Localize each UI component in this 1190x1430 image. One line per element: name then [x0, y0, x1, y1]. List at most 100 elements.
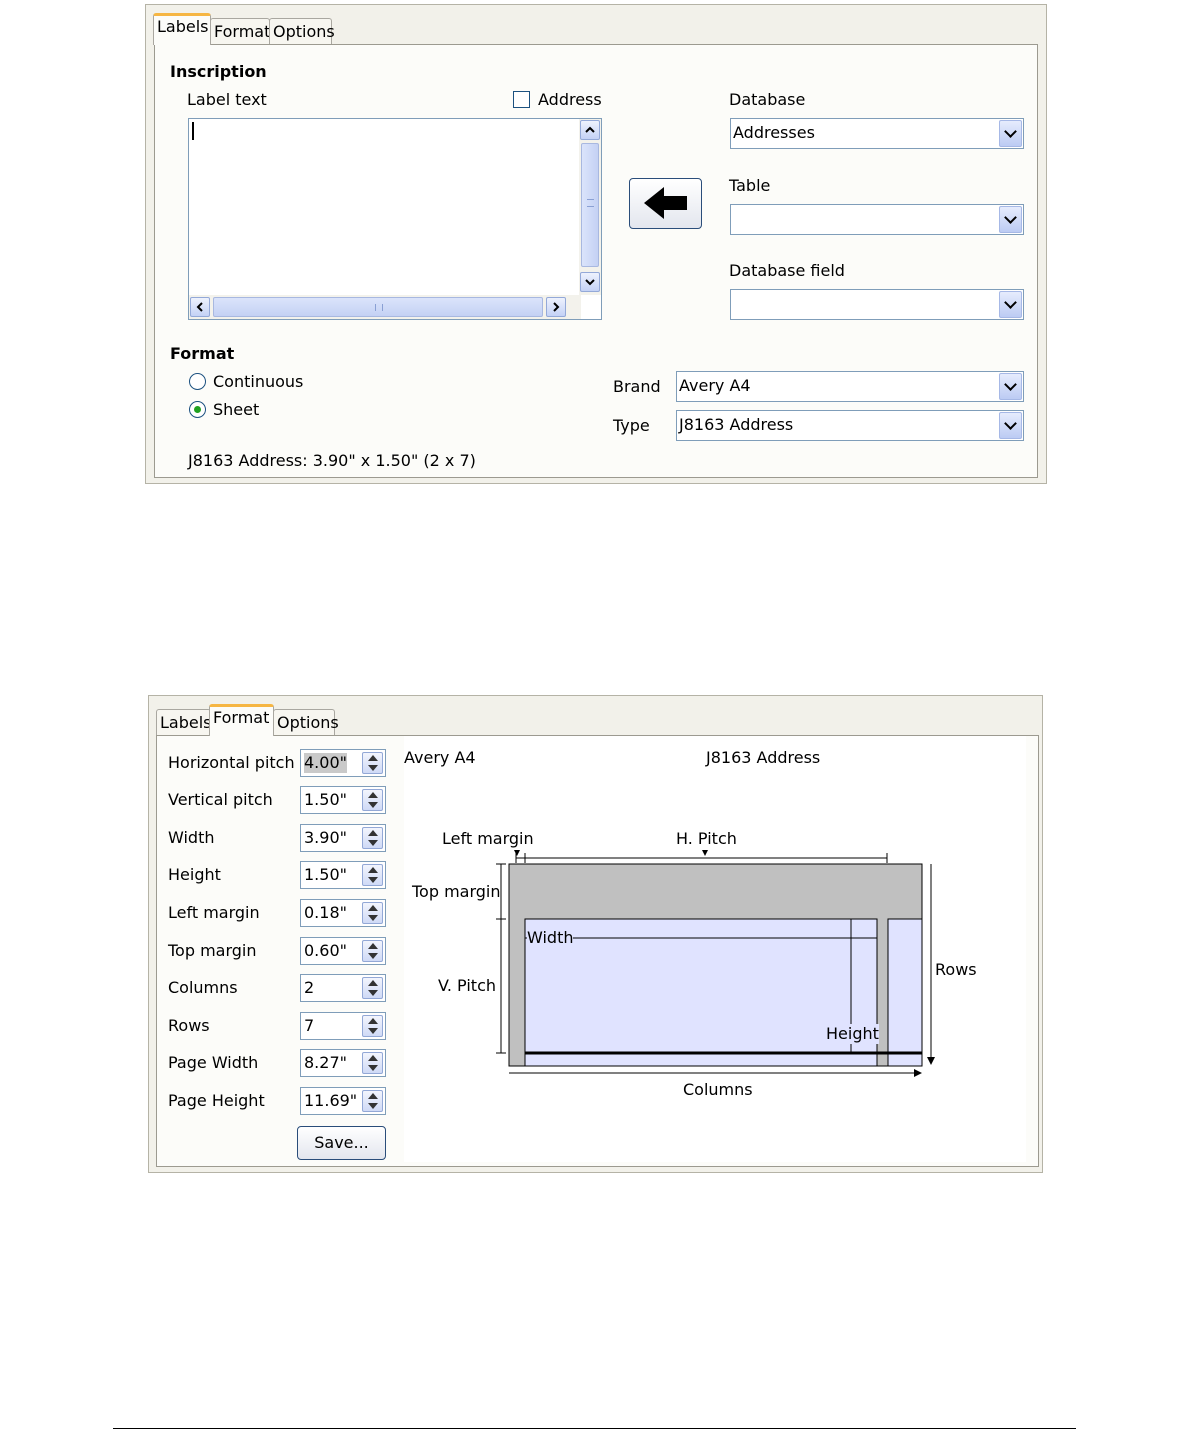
- page-height-field[interactable]: 11.69": [300, 1087, 386, 1115]
- tab-labels[interactable]: Labels: [153, 13, 211, 45]
- labels-dialog: Labels Format Options Inscription Label …: [145, 4, 1047, 484]
- inscription-heading: Inscription: [170, 62, 267, 81]
- table-select[interactable]: [730, 204, 1024, 235]
- vertical-scrollbar[interactable]: [579, 119, 601, 295]
- horizontal-scrollbar[interactable]: [189, 295, 581, 319]
- database-field-label: Database field: [729, 261, 845, 280]
- type-label: Type: [613, 416, 650, 435]
- dropdown-arrow-icon[interactable]: [999, 291, 1022, 318]
- rows-caption: Rows: [935, 960, 977, 979]
- horizontal-scroll-thumb[interactable]: [213, 297, 543, 317]
- rows-label: Rows: [168, 1016, 210, 1035]
- address-checkbox[interactable]: [513, 91, 530, 108]
- format-tab-content: Horizontal pitch 4.00" Vertical pitch 1.…: [156, 735, 1039, 1167]
- grip-icon: [587, 199, 594, 207]
- chevron-up-icon: [585, 126, 595, 133]
- page-height-value: 11.69": [304, 1091, 358, 1110]
- spin-arrows-icon[interactable]: [362, 864, 383, 886]
- horizontal-pitch-field[interactable]: 4.00": [300, 749, 386, 777]
- spin-arrows-icon[interactable]: [362, 827, 383, 849]
- type-select[interactable]: J8163 Address: [676, 410, 1024, 441]
- width-label: Width: [168, 828, 215, 847]
- dropdown-arrow-icon[interactable]: [999, 206, 1022, 233]
- format-fields: Horizontal pitch 4.00" Vertical pitch 1.…: [157, 736, 397, 1168]
- brand-label: Brand: [613, 377, 661, 396]
- save-button-label: Save...: [314, 1133, 369, 1152]
- labels-tab-content: Inscription Label text Address Database …: [154, 44, 1038, 478]
- height-caption: Height: [826, 1024, 879, 1044]
- left-margin-caption: Left margin: [442, 829, 534, 848]
- page-height-label: Page Height: [168, 1091, 265, 1110]
- scroll-left-button[interactable]: [190, 297, 210, 317]
- tab-options[interactable]: Options: [269, 18, 335, 45]
- vertical-scroll-thumb[interactable]: [581, 143, 599, 267]
- scroll-right-button[interactable]: [546, 297, 566, 317]
- left-margin-label: Left margin: [168, 903, 260, 922]
- dropdown-arrow-icon[interactable]: [999, 120, 1022, 147]
- database-select[interactable]: Addresses: [730, 118, 1024, 149]
- page-width-field[interactable]: 8.27": [300, 1049, 386, 1077]
- spin-arrows-icon[interactable]: [362, 789, 383, 811]
- scroll-up-button[interactable]: [580, 120, 600, 140]
- tab-format[interactable]: Format: [209, 704, 274, 736]
- dropdown-arrow-icon[interactable]: [999, 412, 1022, 439]
- database-field-select[interactable]: [730, 289, 1024, 320]
- label-text-label: Label text: [187, 90, 267, 109]
- preview-brand: Avery A4: [404, 748, 476, 767]
- height-field[interactable]: 1.50": [300, 861, 386, 889]
- page-footer-rule: [113, 1428, 1076, 1429]
- label-summary: J8163 Address: 3.90" x 1.50" (2 x 7): [188, 451, 476, 470]
- spin-arrows-icon[interactable]: [362, 752, 383, 774]
- vertical-pitch-label: Vertical pitch: [168, 790, 273, 809]
- left-arrow-icon: [644, 187, 687, 219]
- rows-field[interactable]: 7: [300, 1012, 386, 1040]
- table-label: Table: [729, 176, 771, 195]
- spin-arrows-icon[interactable]: [362, 977, 383, 999]
- left-margin-value: 0.18": [304, 903, 347, 922]
- scroll-down-button[interactable]: [580, 272, 600, 292]
- format-heading: Format: [170, 344, 235, 363]
- columns-field[interactable]: 2: [300, 974, 386, 1002]
- columns-caption: Columns: [683, 1080, 753, 1099]
- height-label: Height: [168, 865, 221, 884]
- top-margin-field[interactable]: 0.60": [300, 937, 386, 965]
- text-cursor: [192, 122, 194, 140]
- preview-type: J8163 Address: [706, 748, 821, 767]
- horizontal-pitch-label: Horizontal pitch: [168, 753, 295, 772]
- top-margin-caption: Top margin: [412, 882, 501, 901]
- vertical-pitch-field[interactable]: 1.50": [300, 786, 386, 814]
- spin-arrows-icon[interactable]: [362, 1052, 383, 1074]
- label-text-area[interactable]: [188, 118, 602, 320]
- horizontal-pitch-value: 4.00": [304, 753, 347, 773]
- insert-field-button[interactable]: [629, 178, 702, 229]
- left-margin-field[interactable]: 0.18": [300, 899, 386, 927]
- sheet-radio[interactable]: [189, 401, 206, 418]
- chevron-down-icon: [585, 279, 595, 286]
- save-button[interactable]: Save...: [297, 1126, 386, 1160]
- columns-label: Columns: [168, 978, 238, 997]
- spin-arrows-icon[interactable]: [362, 940, 383, 962]
- grip-icon: [375, 304, 383, 311]
- top-margin-value: 0.60": [304, 941, 347, 960]
- spin-arrows-icon[interactable]: [362, 902, 383, 924]
- brand-select[interactable]: Avery A4: [676, 371, 1024, 402]
- page-width-value: 8.27": [304, 1053, 347, 1072]
- height-value: 1.50": [304, 865, 347, 884]
- tab-options[interactable]: Options: [273, 709, 339, 736]
- tab-format[interactable]: Format: [210, 18, 270, 45]
- columns-value: 2: [304, 978, 315, 997]
- spin-arrows-icon[interactable]: [362, 1090, 383, 1112]
- h-pitch-caption: H. Pitch: [676, 829, 737, 848]
- width-field[interactable]: 3.90": [300, 824, 386, 852]
- top-margin-label: Top margin: [168, 941, 257, 960]
- spin-arrows-icon[interactable]: [362, 1015, 383, 1037]
- tab-labels[interactable]: Labels: [156, 709, 212, 736]
- dropdown-arrow-icon[interactable]: [999, 373, 1022, 400]
- continuous-radio-label: Continuous: [213, 372, 304, 391]
- chevron-left-icon: [196, 302, 203, 312]
- label-rect-2: [887, 918, 923, 1067]
- label-preview: Avery A4 J8163 Address Left margin H. Pi…: [404, 736, 1026, 1162]
- vertical-pitch-value: 1.50": [304, 790, 347, 809]
- label-rect-1: [524, 918, 878, 1067]
- continuous-radio[interactable]: [189, 373, 206, 390]
